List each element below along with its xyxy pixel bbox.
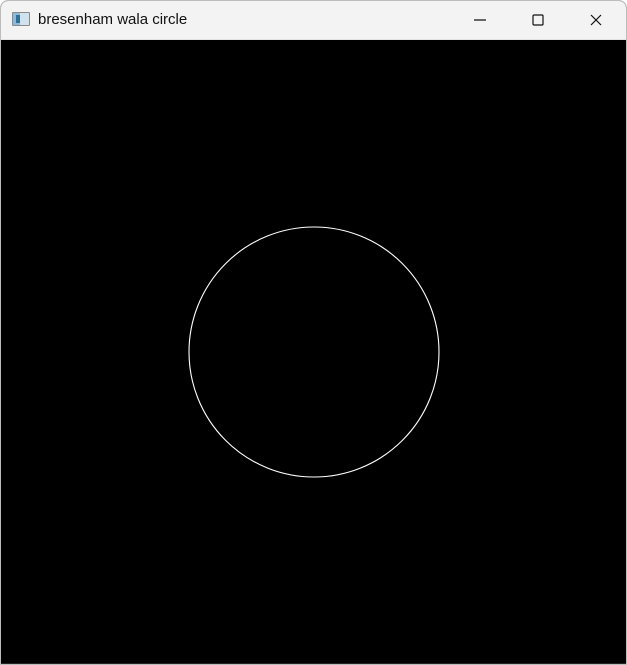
- title-bar[interactable]: bresenham wala circle: [1, 1, 626, 40]
- app-window: bresenham wala circle: [0, 0, 627, 665]
- maximize-icon: [532, 14, 544, 26]
- minimize-icon: [474, 19, 486, 21]
- close-icon: [590, 14, 602, 26]
- maximize-button[interactable]: [515, 1, 561, 39]
- drawing-canvas[interactable]: [1, 40, 626, 664]
- minimize-button[interactable]: [457, 1, 503, 39]
- app-window-icon: [12, 12, 30, 26]
- canvas-svg: [188, 226, 440, 478]
- window-bottom-edge: [1, 663, 626, 664]
- window-title: bresenham wala circle: [38, 11, 188, 28]
- close-button[interactable]: [573, 1, 619, 39]
- bresenham-circle: [188, 226, 440, 478]
